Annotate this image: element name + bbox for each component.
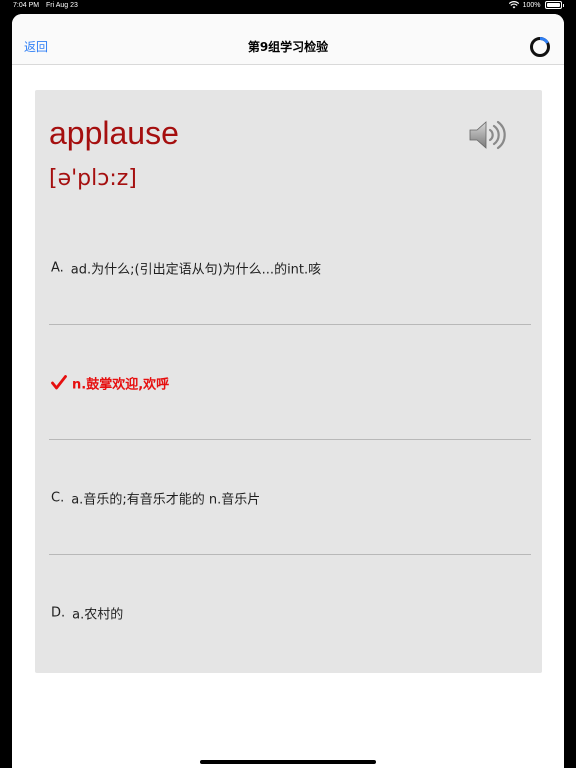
progress-ring-icon	[530, 37, 550, 57]
speaker-icon[interactable]	[468, 119, 506, 151]
answer-option-b[interactable]: n.鼓掌欢迎,欢呼	[49, 325, 531, 440]
option-content: n.鼓掌欢迎,欢呼	[51, 373, 169, 392]
option-content: A. ad.为什么;(引出定语从句)为什么...的int.咳	[51, 258, 321, 277]
quiz-card: applause [ə'plɔ:z] A. ad.为什么;(引出定语从句)为什么…	[35, 90, 542, 673]
status-date: Fri Aug 23	[46, 2, 78, 9]
checkmark-icon	[51, 375, 67, 390]
answer-option-c[interactable]: C. a.音乐的;有音乐才能的 n.音乐片	[49, 440, 531, 555]
status-time: 7:04 PM	[13, 2, 40, 9]
answer-option-a[interactable]: A. ad.为什么;(引出定语从句)为什么...的int.咳	[49, 210, 531, 325]
option-content: C. a.音乐的;有音乐才能的 n.音乐片	[51, 488, 260, 507]
option-letter: C.	[51, 490, 65, 505]
option-letter: D.	[51, 605, 66, 620]
phonetic-transcription: [ə'plɔ:z]	[49, 166, 137, 191]
wifi-icon	[508, 1, 519, 9]
home-indicator[interactable]	[200, 760, 376, 764]
battery-percent: 100%	[522, 1, 541, 9]
app-screen: 返回 第9组学习检验 applause [ə'plɔ:z] A. ad.为什么;…	[12, 14, 564, 768]
vocabulary-word: applause	[49, 115, 179, 151]
option-text: n.鼓掌欢迎,欢呼	[72, 377, 170, 392]
page-title: 第9组学习检验	[247, 40, 329, 54]
status-indicators: 100%	[508, 1, 564, 9]
answer-option-d[interactable]: D. a.农村的	[49, 555, 531, 670]
status-bar: 7:04 PM Fri Aug 23 100%	[0, 0, 576, 14]
option-text: ad.为什么;(引出定语从句)为什么...的int.咳	[70, 262, 322, 277]
battery-tip	[562, 3, 564, 7]
option-letter: A.	[51, 260, 64, 275]
navigation-bar: 返回 第9组学习检验	[12, 14, 564, 65]
option-text: a.农村的	[72, 607, 124, 622]
option-content: D. a.农村的	[51, 603, 123, 622]
battery-icon	[544, 1, 562, 9]
option-text: a.音乐的;有音乐才能的 n.音乐片	[71, 492, 261, 507]
